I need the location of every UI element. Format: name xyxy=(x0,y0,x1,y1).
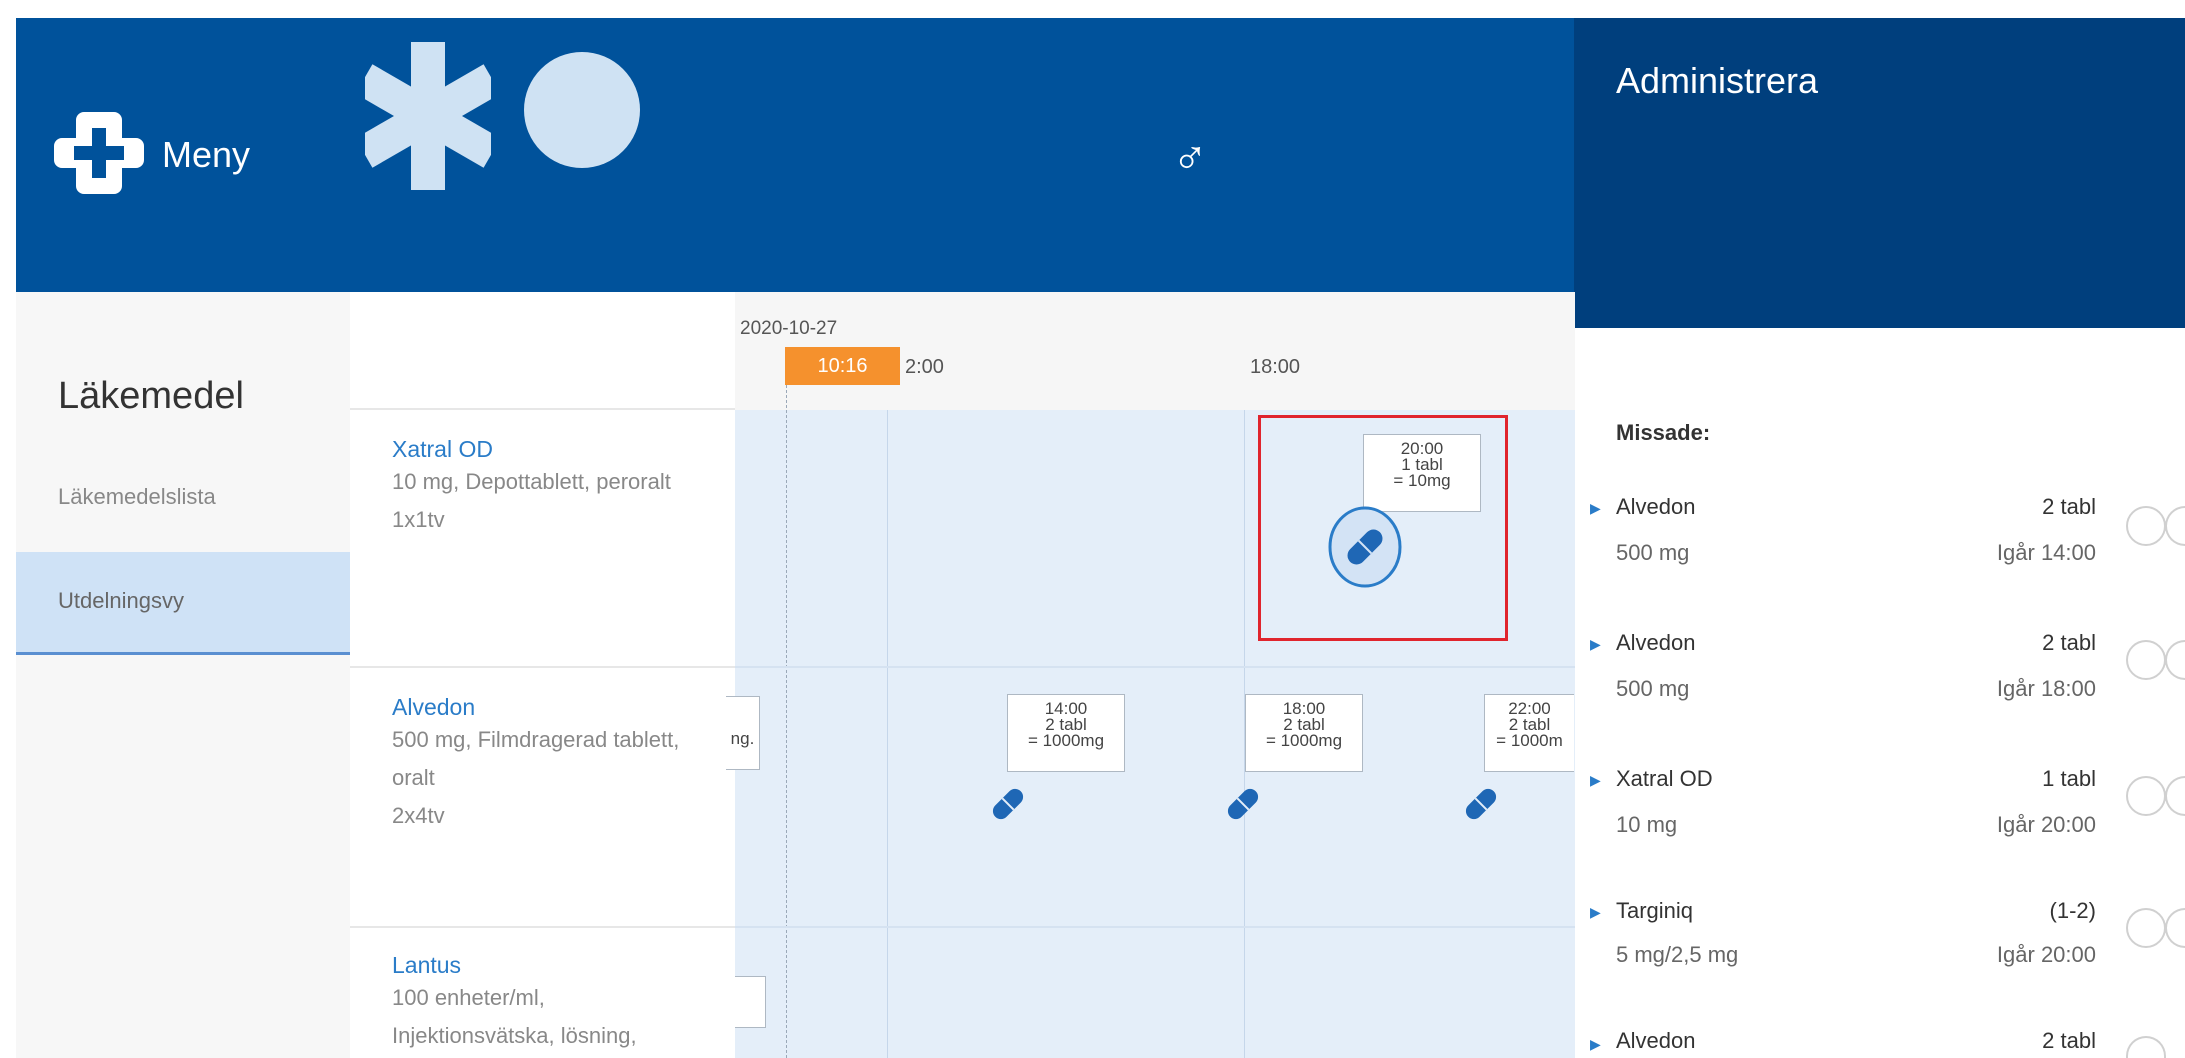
dose-amount: = 1000m xyxy=(1496,731,1563,750)
missed-item-dose: 10 mg xyxy=(1616,812,1678,837)
sidebar-item-medication-list[interactable]: Läkemedelslista xyxy=(58,484,216,510)
medication-description: 500 mg, Filmdragerad tablett, xyxy=(392,727,680,752)
missed-item-time: Igår 14:00 xyxy=(1996,540,2096,565)
sidebar-item-distribution-view[interactable]: Utdelningsvy xyxy=(16,552,350,655)
administer-title: Administrera xyxy=(1616,60,1819,101)
secondary-radio[interactable] xyxy=(2165,908,2185,948)
secondary-radio[interactable] xyxy=(2165,640,2185,680)
row-divider xyxy=(350,926,735,928)
dose-tooltip: 22:00 2 tabl = 1000m xyxy=(1484,694,1574,772)
medication-row[interactable]: Alvedon 500 mg, Filmdragerad tablett, or… xyxy=(392,694,679,835)
sidebar-item-label: Utdelningsvy xyxy=(58,588,184,613)
current-time-line xyxy=(786,385,788,1058)
administer-radio[interactable] xyxy=(2126,776,2166,816)
missed-item-name[interactable]: Targiniq xyxy=(1616,898,1693,924)
missed-item-time: Igår 18:00 xyxy=(1996,676,2096,701)
row-divider xyxy=(350,408,735,410)
missed-item-quantity: 2 tabl xyxy=(2042,630,2096,655)
pill-circle-icon[interactable] xyxy=(1326,504,1404,590)
pill-icon[interactable] xyxy=(1223,784,1263,824)
male-icon: ♂ xyxy=(1172,132,1208,185)
pill-icon[interactable] xyxy=(1461,784,1501,824)
missed-item-time: Igår 20:00 xyxy=(1996,812,2096,837)
timeline-row-divider xyxy=(735,926,1575,928)
sidebar-title: Läkemedel xyxy=(58,375,244,417)
missed-doses-label: Missade: xyxy=(1616,420,1711,445)
medication-name[interactable]: Xatral OD xyxy=(392,436,671,463)
timeline-date: 2020-10-27 xyxy=(740,318,838,339)
menu-label[interactable]: Meny xyxy=(162,134,250,176)
expand-arrow-icon[interactable]: ▶ xyxy=(1590,1036,1601,1053)
pill-icon[interactable] xyxy=(988,784,1028,824)
medication-row[interactable]: Lantus 100 enheter/ml, Injektionsvätska,… xyxy=(392,952,637,1055)
dose-tooltip: 20:00 1 tabl = 10mg xyxy=(1363,434,1481,512)
medication-name[interactable]: Lantus xyxy=(392,952,637,979)
dose-tooltip-partial xyxy=(735,976,766,1028)
dose-amount: = 1000mg xyxy=(1027,731,1105,750)
missed-item-quantity: 1 tabl xyxy=(2042,766,2096,791)
medication-row[interactable]: Xatral OD 10 mg, Depottablett, peroralt … xyxy=(392,436,671,539)
missed-item-name[interactable]: Xatral OD xyxy=(1616,766,1713,792)
timeline-tick-label: 18:00 xyxy=(1250,356,1301,378)
missed-item-dose: 500 mg xyxy=(1616,676,1690,701)
missed-item-quantity: 2 tabl xyxy=(2042,1028,2096,1053)
medication-name[interactable]: Alvedon xyxy=(392,694,679,721)
missed-item-name[interactable]: Alvedon xyxy=(1616,1028,1696,1054)
administer-radio[interactable] xyxy=(2126,908,2166,948)
patient-avatar xyxy=(524,52,640,168)
administer-radio[interactable] xyxy=(2126,1036,2166,1058)
dose-amount: = 10mg xyxy=(1393,471,1451,490)
medication-route: oralt xyxy=(392,765,435,790)
timeline-gridline xyxy=(887,410,888,1058)
administer-radio[interactable] xyxy=(2126,506,2166,546)
missed-item-dose: 5 mg/2,5 mg xyxy=(1616,942,1739,967)
medication-form: Injektionsvätska, lösning, xyxy=(392,1023,637,1048)
medication-description: 100 enheter/ml, xyxy=(392,985,545,1010)
missed-item-name[interactable]: Alvedon xyxy=(1616,494,1696,520)
dose-tooltip: 14:00 2 tabl = 1000mg xyxy=(1007,694,1125,772)
medication-description: 10 mg, Depottablett, peroralt xyxy=(392,469,671,494)
expand-arrow-icon[interactable]: ▶ xyxy=(1590,904,1601,921)
secondary-radio[interactable] xyxy=(2165,776,2185,816)
expand-arrow-icon[interactable]: ▶ xyxy=(1590,772,1601,789)
missed-item-quantity: (1-2) xyxy=(2049,898,2096,923)
administer-radio[interactable] xyxy=(2126,640,2166,680)
missed-item-time: Igår 20:00 xyxy=(1996,942,2096,967)
dose-amount: = 1000mg xyxy=(1265,731,1343,750)
dose-tooltip: 18:00 2 tabl = 1000mg xyxy=(1245,694,1363,772)
medication-dosage-rule: 2x4tv xyxy=(392,803,445,828)
timeline-tick-label: 2:00 xyxy=(905,356,944,378)
current-time-badge: 10:16 xyxy=(785,347,900,385)
expand-arrow-icon[interactable]: ▶ xyxy=(1590,500,1601,517)
row-divider xyxy=(350,666,735,668)
missed-item-quantity: 2 tabl xyxy=(2042,494,2096,519)
star-of-life-icon xyxy=(365,42,491,190)
secondary-radio[interactable] xyxy=(2165,506,2185,546)
medication-dosage-rule: 1x1tv xyxy=(392,507,445,532)
missed-item-name[interactable]: Alvedon xyxy=(1616,630,1696,656)
timeline-row-divider xyxy=(735,666,1575,668)
expand-arrow-icon[interactable]: ▶ xyxy=(1590,636,1601,653)
dose-tooltip-partial: ng. xyxy=(726,696,760,770)
plus-icon[interactable] xyxy=(54,108,144,198)
dose-amount: ng. xyxy=(730,729,755,748)
missed-item-dose: 500 mg xyxy=(1616,540,1690,565)
